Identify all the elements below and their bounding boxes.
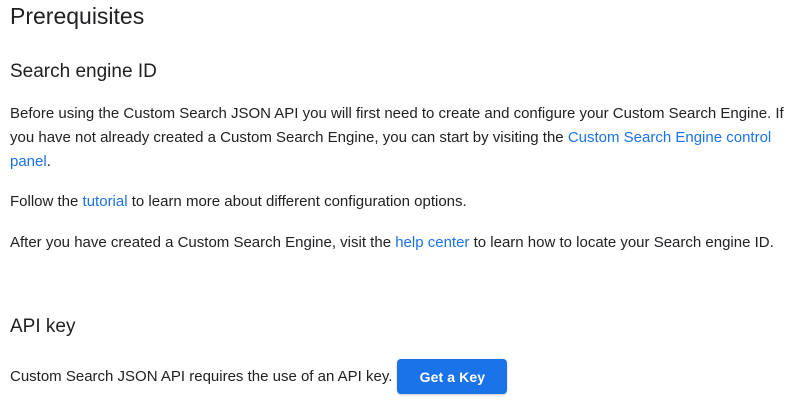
search-engine-id-heading: Search engine ID <box>10 61 157 82</box>
page-title: Prerequisites <box>10 3 145 29</box>
tutorial-text-end: to learn more about different configurat… <box>127 193 467 210</box>
get-a-key-button[interactable]: Get a Key <box>397 359 508 394</box>
help-center-paragraph: After you have created a Custom Search E… <box>10 231 785 255</box>
tutorial-link[interactable]: tutorial <box>83 193 128 210</box>
api-key-heading: API key <box>10 316 76 337</box>
tutorial-text-start: Follow the <box>10 193 83 210</box>
help-center-text-start: After you have created a Custom Search E… <box>10 234 396 251</box>
help-center-link[interactable]: help center <box>395 234 469 251</box>
help-center-text-end: to learn how to locate your Search engin… <box>469 234 774 251</box>
api-key-text: Custom Search JSON API requires the use … <box>10 367 393 385</box>
tutorial-paragraph: Follow the tutorial to learn more about … <box>10 190 785 214</box>
api-key-row: Custom Search JSON API requires the use … <box>10 359 508 394</box>
search-engine-intro-period: . <box>46 153 51 170</box>
search-engine-intro-paragraph: Before using the Custom Search JSON API … <box>10 102 785 174</box>
